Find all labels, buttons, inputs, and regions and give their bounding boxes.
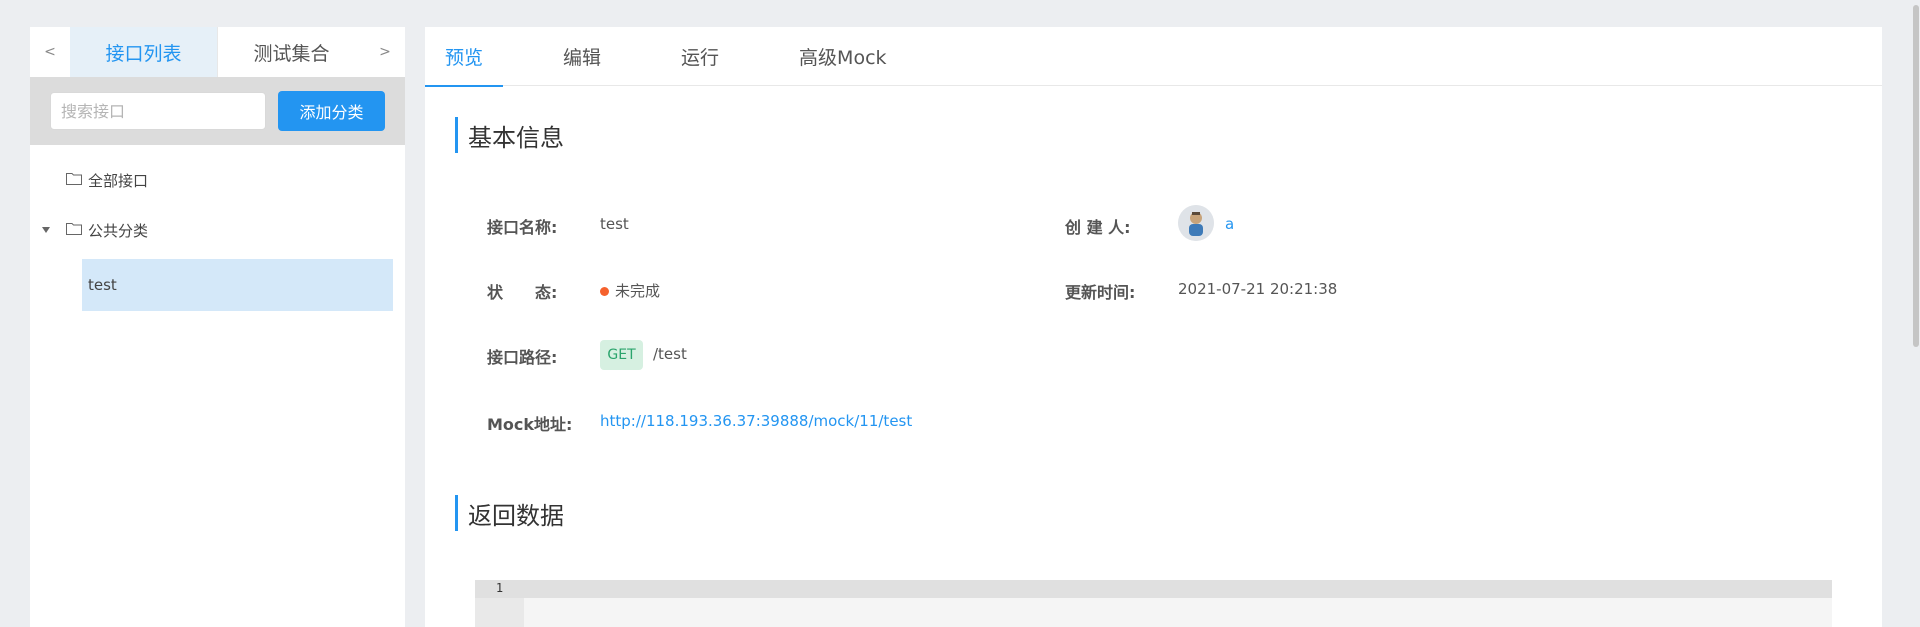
updated-label: 更新时间: [1065, 283, 1136, 302]
tree-item-test[interactable]: test [82, 259, 393, 311]
basic-info-title: 基本信息 [455, 117, 564, 153]
status-text: 未完成 [615, 282, 661, 300]
sidebar-search-bar: 添加分类 [30, 77, 405, 145]
interface-sidebar: < 接口列表 测试集合 > 添加分类 全部接口 公共分类 test [30, 27, 405, 627]
detail-tabs: 预览 编辑 运行 高级Mock [425, 27, 1882, 87]
tab-run[interactable]: 运行 [661, 27, 739, 86]
tree-item-public-category[interactable]: 公共分类 [30, 205, 405, 255]
editor-active-line [475, 580, 1832, 598]
status-value: 未完成 [600, 280, 660, 301]
interface-detail-panel: 预览 编辑 运行 高级Mock 基本信息 接口名称: test 创 建 人: a… [425, 27, 1882, 627]
tab-test-collection[interactable]: 测试集合 [217, 27, 365, 77]
folder-icon [66, 223, 82, 235]
path-value: /test [653, 345, 687, 363]
tree-item-label: 公共分类 [88, 221, 149, 240]
response-code-editor[interactable]: 1 [475, 580, 1832, 627]
sidebar-tabbar: < 接口列表 测试集合 > [30, 27, 405, 77]
avatar[interactable] [1178, 205, 1214, 241]
status-label: 状 态: [487, 283, 558, 302]
chevron-right-icon[interactable]: > [365, 27, 405, 77]
name-value: test [600, 215, 629, 233]
line-number: 1 [495, 581, 504, 595]
folder-icon [66, 173, 82, 185]
add-category-button[interactable]: 添加分类 [278, 91, 385, 131]
tree-item-all-interfaces[interactable]: 全部接口 [30, 155, 405, 205]
name-label: 接口名称: [487, 218, 558, 237]
page-scrollbar[interactable] [1912, 0, 1920, 627]
tab-advanced-mock[interactable]: 高级Mock [779, 27, 906, 86]
chevron-left-icon[interactable]: < [30, 27, 70, 77]
creator-label: 创 建 人: [1065, 218, 1131, 237]
mock-url-link[interactable]: http://118.193.36.37:39888/mock/11/test [600, 412, 912, 430]
tab-edit[interactable]: 编辑 [543, 27, 621, 86]
return-data-title: 返回数据 [455, 495, 564, 531]
updated-value: 2021-07-21 20:21:38 [1178, 280, 1338, 298]
tab-preview[interactable]: 预览 [425, 27, 504, 87]
creator-link[interactable]: a [1225, 215, 1234, 233]
tab-interface-list[interactable]: 接口列表 [70, 27, 217, 77]
interface-tree: 全部接口 公共分类 test [30, 145, 405, 311]
search-input[interactable] [50, 92, 266, 130]
tree-item-label: test [88, 276, 117, 294]
avatar-image [1178, 205, 1214, 241]
status-dot-icon [600, 287, 609, 296]
method-badge: GET [600, 340, 643, 370]
mock-label: Mock地址: [487, 415, 573, 434]
path-label: 接口路径: [487, 348, 558, 367]
caret-down-icon[interactable] [42, 227, 50, 233]
scrollbar-thumb[interactable] [1913, 5, 1919, 347]
tree-item-label: 全部接口 [88, 171, 149, 190]
